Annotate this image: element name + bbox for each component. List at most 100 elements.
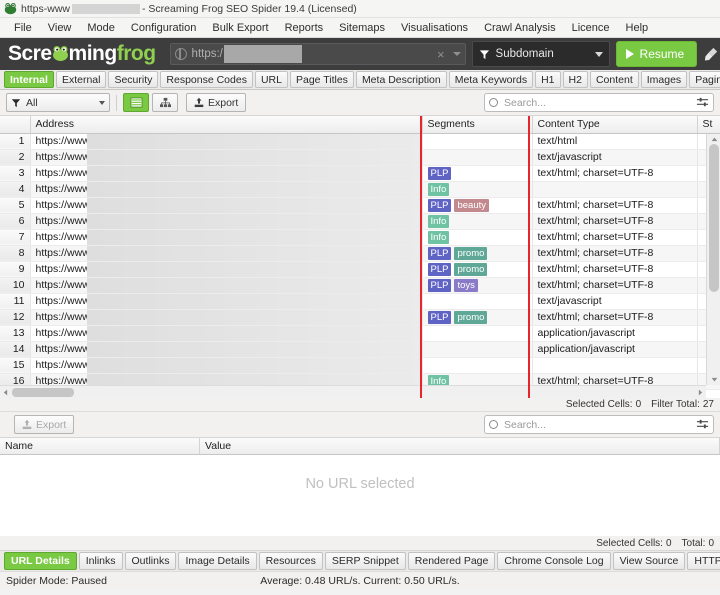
menu-view[interactable]: View (40, 20, 80, 36)
table-row[interactable]: 6 https://www. Info text/html; charset=UTF-… (0, 213, 720, 230)
table-row[interactable]: 4 https://www. Info (0, 181, 720, 198)
cell-content-type[interactable]: text/html; charset=UTF-8 (532, 165, 698, 182)
menu-configuration[interactable]: Configuration (123, 20, 204, 36)
table-row[interactable]: 8 https://www. PLP promo text/html; charset=… (0, 245, 720, 262)
grid-search-box[interactable] (484, 93, 714, 112)
grid-horizontal-scrollbar[interactable] (0, 385, 706, 398)
scroll-down-icon[interactable] (707, 374, 720, 385)
cell-segments[interactable] (422, 293, 533, 310)
tree-view-button[interactable] (152, 93, 178, 112)
cell-content-type[interactable]: text/html; charset=UTF-8 (532, 229, 698, 246)
cell-address[interactable]: https://www. (30, 165, 423, 182)
cell-segments[interactable]: Info (422, 229, 533, 246)
filter-dropdown[interactable]: All (6, 93, 110, 112)
tab-h2[interactable]: H2 (562, 71, 588, 88)
btab-image-details[interactable]: Image Details (178, 552, 257, 570)
cell-address[interactable]: https://www. (30, 197, 423, 214)
grid-search-input[interactable] (502, 95, 693, 110)
btab-chrome-console-log[interactable]: Chrome Console Log (497, 552, 611, 570)
cell-content-type[interactable]: text/html; charset=UTF-8 (532, 197, 698, 214)
btab-view-source[interactable]: View Source (612, 552, 686, 570)
cell-address[interactable]: https://www. (30, 133, 423, 150)
cell-segments[interactable]: PLP promo (422, 309, 533, 326)
cell-content-type[interactable] (532, 181, 698, 198)
grid-scroll-thumb[interactable] (709, 144, 719, 292)
cell-address[interactable]: https://www. (30, 245, 423, 262)
table-row[interactable]: 1 https://www. text/html (0, 133, 720, 150)
tab-h1[interactable]: H1 (535, 71, 561, 88)
grid-hscroll-thumb[interactable] (12, 388, 74, 397)
cell-content-type[interactable] (532, 357, 698, 374)
tab-internal[interactable]: Internal (4, 71, 54, 88)
menu-bulk-export[interactable]: Bulk Export (204, 20, 276, 36)
search-settings-icon[interactable] (696, 96, 709, 109)
table-row[interactable]: 9 https://www. PLP promo text/html; charset=… (0, 261, 720, 278)
grid-vertical-scrollbar[interactable] (706, 134, 720, 385)
menu-licence[interactable]: Licence (564, 20, 618, 36)
cell-segments[interactable] (422, 133, 533, 150)
table-row[interactable]: 14 https://www. application/javascript (0, 341, 720, 358)
scroll-left-icon[interactable] (0, 386, 11, 398)
btab-rendered-page[interactable]: Rendered Page (407, 552, 496, 570)
menu-visualisations[interactable]: Visualisations (393, 20, 476, 36)
cell-address[interactable]: https://www. (30, 309, 423, 326)
cell-address[interactable]: https://www. (30, 341, 423, 358)
cell-content-type[interactable]: text/html; charset=UTF-8 (532, 261, 698, 278)
cell-content-type[interactable]: text/html; charset=UTF-8 (532, 245, 698, 262)
table-row[interactable]: 11 https://www. text/javascript (0, 293, 720, 310)
cell-segments[interactable] (422, 341, 533, 358)
cell-address[interactable]: https://www. (30, 149, 423, 166)
tab-security[interactable]: Security (108, 71, 159, 88)
cell-segments[interactable]: PLP beauty (422, 197, 533, 214)
table-row[interactable]: 7 https://www. Info text/html; charset=UTF-… (0, 229, 720, 246)
tab-url[interactable]: URL (254, 71, 288, 88)
url-history-chevron-down-icon[interactable] (452, 52, 461, 56)
cell-segments[interactable]: PLP toys (422, 277, 533, 294)
cell-content-type[interactable]: text/html (532, 133, 698, 150)
table-row[interactable]: 3 https://www. PLP text/html; charset=UTF-8 (0, 165, 720, 182)
detail-table[interactable]: Name Value No URL selected (0, 438, 720, 536)
resume-button[interactable]: Resume (615, 41, 698, 67)
btab-url-details[interactable]: URL Details (4, 552, 77, 570)
btab-outlinks[interactable]: Outlinks (124, 552, 177, 570)
menu-help[interactable]: Help (618, 20, 657, 36)
col-header-address[interactable]: Address (30, 116, 423, 134)
detail-search-settings-icon[interactable] (696, 418, 709, 431)
detail-search-box[interactable] (484, 415, 714, 434)
menu-crawl-analysis[interactable]: Crawl Analysis (476, 20, 564, 36)
table-row[interactable]: 12 https://www. PLP promo text/html; charset… (0, 309, 720, 326)
cell-address[interactable]: https://www. (30, 229, 423, 246)
cell-address[interactable]: https://www. (30, 277, 423, 294)
list-view-button[interactable] (123, 93, 149, 112)
cell-address[interactable]: https://www. (30, 181, 423, 198)
btab-serp-snippet[interactable]: SERP Snippet (324, 552, 406, 570)
clear-crawl-button[interactable] (703, 41, 720, 67)
tab-images[interactable]: Images (640, 71, 688, 88)
table-row[interactable]: 5 https://www. PLP beauty text/html; charset… (0, 197, 720, 214)
cell-segments[interactable]: PLP promo (422, 261, 533, 278)
tab-pagination[interactable]: Pagination (689, 71, 720, 88)
detail-col-name[interactable]: Name (0, 438, 200, 455)
menu-sitemaps[interactable]: Sitemaps (331, 20, 393, 36)
url-input[interactable]: https:/ × (169, 43, 466, 65)
cell-content-type[interactable]: text/javascript (532, 293, 698, 310)
tab-response-codes[interactable]: Response Codes (160, 71, 253, 88)
tab-content[interactable]: Content (589, 71, 639, 88)
cell-segments[interactable] (422, 357, 533, 374)
cell-segments[interactable]: PLP promo (422, 245, 533, 262)
tab-page-titles[interactable]: Page Titles (289, 71, 354, 88)
tab-external[interactable]: External (55, 71, 107, 88)
cell-address[interactable]: https://www. (30, 213, 423, 230)
cell-segments[interactable] (422, 325, 533, 342)
btab-resources[interactable]: Resources (258, 552, 323, 570)
menu-mode[interactable]: Mode (79, 20, 123, 36)
tab-meta-description[interactable]: Meta Description (355, 71, 447, 88)
btab-http-headers[interactable]: HTTP Headers (687, 552, 720, 570)
col-header-segments[interactable]: Segments (422, 116, 533, 134)
cell-content-type[interactable]: application/javascript (532, 325, 698, 342)
scroll-right-icon[interactable] (695, 386, 706, 398)
cell-segments[interactable] (422, 149, 533, 166)
cell-content-type[interactable]: text/html; charset=UTF-8 (532, 277, 698, 294)
cell-content-type[interactable]: text/javascript (532, 149, 698, 166)
results-grid[interactable]: Address Segments Content Type St 1 https:… (0, 116, 720, 398)
